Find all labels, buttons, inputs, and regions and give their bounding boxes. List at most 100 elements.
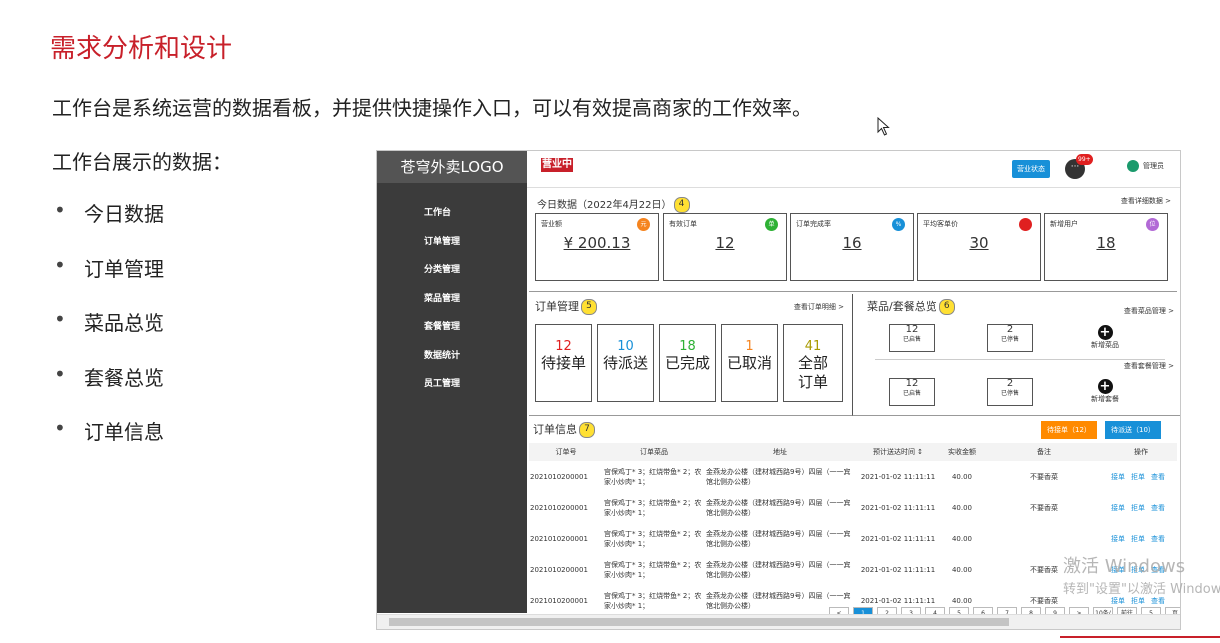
cell-dishes: 宫保鸡丁* 3；红烧带鱼* 2；农家小炒肉* 1； [604, 529, 702, 548]
cell-order-id: 2021010200001 [530, 596, 588, 605]
bullet-list: 今日数据 订单管理 菜品总览 套餐总览 订单信息 [52, 198, 164, 471]
marker-5: 5 [581, 299, 597, 315]
yuan-icon: 元 [637, 218, 650, 231]
cell-amount: 40.00 [951, 503, 973, 512]
cell-amount: 40.00 [951, 472, 973, 481]
stat-value[interactable]: 16 [791, 234, 913, 252]
order-status-to-deliver[interactable]: 10 待派送 [597, 324, 654, 402]
status-label: 全部订单 [797, 354, 828, 391]
cell-order-id: 2021010200001 [530, 503, 588, 512]
bullet-item: 订单信息 [52, 416, 164, 471]
col-actions: 操作 [1105, 443, 1177, 461]
view-order-link[interactable]: 查看 [1151, 597, 1165, 605]
bullet-item: 订单管理 [52, 253, 164, 308]
add-dish-button[interactable]: + 新增菜品 [1083, 325, 1127, 350]
mouse-cursor-icon [877, 117, 890, 136]
plus-icon: + [1097, 379, 1113, 394]
sidebar-item-categories[interactable]: 分类管理 [377, 262, 527, 291]
cell-address: 金燕龙办公楼（建材城西路9号）四层（一一宾馆北侧办公楼） [706, 498, 851, 517]
cell-eta: 2021-01-02 11:11:11 [860, 534, 936, 543]
order-info-panel: 订单信息 7 待接单（12） 待派送（10） 订单号 订单菜品 地址 预计送达时间… [529, 417, 1180, 629]
view-dish-management-link[interactable]: 查看菜品管理 > [1124, 306, 1174, 316]
view-order-details-link[interactable]: 查看订单明细 > [794, 302, 844, 312]
view-order-link[interactable]: 查看 [1151, 473, 1165, 481]
horizontal-scrollbar[interactable] [377, 614, 1180, 629]
stat-value[interactable]: ¥ 200.13 [536, 234, 658, 252]
cell-address: 金燕龙办公楼（建材城西路9号）四层（一一宾馆北侧办公楼） [706, 529, 851, 548]
count: 12 [905, 378, 919, 389]
dish-overview-panel: 菜品/套餐总览 6 查看菜品管理 > 12 已启售 2 已停售 + 新增菜品 查看套餐管… [853, 294, 1180, 416]
sidebar-item-employees[interactable]: 员工管理 [377, 376, 527, 405]
order-icon: 单 [765, 218, 778, 231]
stat-label: 有效订单 [669, 220, 697, 228]
cell-eta: 2021-01-02 11:11:11 [860, 565, 936, 574]
stat-label: 营业额 [541, 220, 562, 228]
price-icon [1019, 218, 1032, 231]
marker-6: 6 [938, 299, 955, 315]
view-details-link[interactable]: 查看详细数据 > [1121, 196, 1171, 206]
cell-eta: 2021-01-02 11:11:11 [860, 472, 936, 481]
cell-note: 不要香菜 [1030, 503, 1058, 512]
stat-value[interactable]: 30 [918, 234, 1040, 252]
cell-amount: 40.00 [951, 534, 973, 543]
slide-intro: 工作台是系统运营的数据看板，并提供快捷操作入口，可以有效提高商家的工作效率。 [52, 96, 812, 120]
app-logo[interactable]: 苍穹外卖LOGO [377, 151, 527, 183]
cell-amount: 40.00 [951, 565, 973, 574]
reject-order-link[interactable]: 拒单 [1131, 504, 1145, 512]
order-status-completed[interactable]: 18 已完成 [659, 324, 716, 402]
stat-value[interactable]: 18 [1045, 234, 1167, 252]
stat-value[interactable]: 12 [664, 234, 786, 252]
add-setmeal-label: 新增套餐 [1091, 395, 1119, 403]
dish-off-sale[interactable]: 2 已停售 [987, 324, 1033, 352]
dish-on-sale[interactable]: 12 已启售 [889, 324, 935, 352]
order-status-cancelled[interactable]: 1 已取消 [721, 324, 778, 402]
view-order-link[interactable]: 查看 [1151, 504, 1165, 512]
setmeal-off-sale[interactable]: 2 已停售 [987, 378, 1033, 406]
view-setmeal-management-link[interactable]: 查看套餐管理 > [1124, 361, 1174, 371]
reject-order-link[interactable]: 拒单 [1131, 473, 1145, 481]
cell-order-id: 2021010200001 [530, 472, 588, 481]
table-row: 2021010200001 宫保鸡丁* 3；红烧带鱼* 2；农家小炒肉* 1； 金燕… [529, 492, 1177, 523]
label: 已停售 [1000, 336, 1019, 343]
add-setmeal-button[interactable]: + 新增套餐 [1083, 379, 1127, 404]
accept-order-link[interactable]: 接单 [1111, 535, 1125, 543]
view-order-link[interactable]: 查看 [1151, 535, 1165, 543]
accept-order-link[interactable]: 接单 [1111, 504, 1125, 512]
reject-order-link[interactable]: 拒单 [1131, 535, 1145, 543]
label: 已启售 [902, 390, 921, 397]
slide-list-title: 工作台展示的数据： [52, 150, 232, 174]
slide-title: 需求分析和设计 [50, 34, 233, 64]
percent-icon: % [892, 218, 905, 231]
label: 已停售 [1000, 390, 1019, 397]
user-menu[interactable]: 管理员 [1127, 160, 1164, 172]
sidebar-item-workbench[interactable]: 工作台 [377, 205, 527, 234]
status-label: 待派送 [602, 354, 648, 372]
add-dish-label: 新增菜品 [1091, 341, 1119, 349]
status-label: 待接单 [540, 354, 586, 372]
today-data-panel: 今日数据（2022年4月22日） 4 查看详细数据 > 营业额 元 ¥ 200.1… [529, 191, 1177, 292]
to-deliver-orders-tab[interactable]: 待派送（10） [1105, 421, 1161, 439]
sidebar-item-setmeals[interactable]: 套餐管理 [377, 319, 527, 348]
sidebar-item-orders[interactable]: 订单管理 [377, 234, 527, 263]
cell-eta: 2021-01-02 11:11:11 [860, 503, 936, 512]
order-management-title: 订单管理 [535, 300, 579, 313]
scrollbar-thumb[interactable] [389, 618, 1009, 626]
accept-order-link[interactable]: 接单 [1111, 473, 1125, 481]
order-status-all[interactable]: 41 全部订单 [783, 324, 843, 402]
cell-order-id: 2021010200001 [530, 565, 588, 574]
business-status-button[interactable]: 营业状态 [1012, 160, 1050, 178]
setmeal-on-sale[interactable]: 12 已启售 [889, 378, 935, 406]
cell-dishes: 宫保鸡丁* 3；红烧带鱼* 2；农家小炒肉* 1； [604, 560, 702, 579]
table-row: 2021010200001 宫保鸡丁* 3；红烧带鱼* 2；农家小炒肉* 1； 金燕… [529, 461, 1177, 492]
pending-orders-tab[interactable]: 待接单（12） [1041, 421, 1097, 439]
reject-order-link[interactable]: 拒单 [1131, 597, 1145, 605]
sidebar-item-statistics[interactable]: 数据统计 [377, 348, 527, 377]
accept-order-link[interactable]: 接单 [1111, 597, 1125, 605]
order-status-pending[interactable]: 12 待接单 [535, 324, 592, 402]
label: 已启售 [902, 336, 921, 343]
col-eta[interactable]: 预计送达时间 ↕ [855, 443, 941, 461]
user-icon: 位 [1146, 218, 1159, 231]
cell-dishes: 宫保鸡丁* 3；红烧带鱼* 2；农家小炒肉* 1； [604, 467, 702, 486]
count: 12 [905, 324, 919, 335]
sidebar-item-dishes[interactable]: 菜品管理 [377, 291, 527, 320]
